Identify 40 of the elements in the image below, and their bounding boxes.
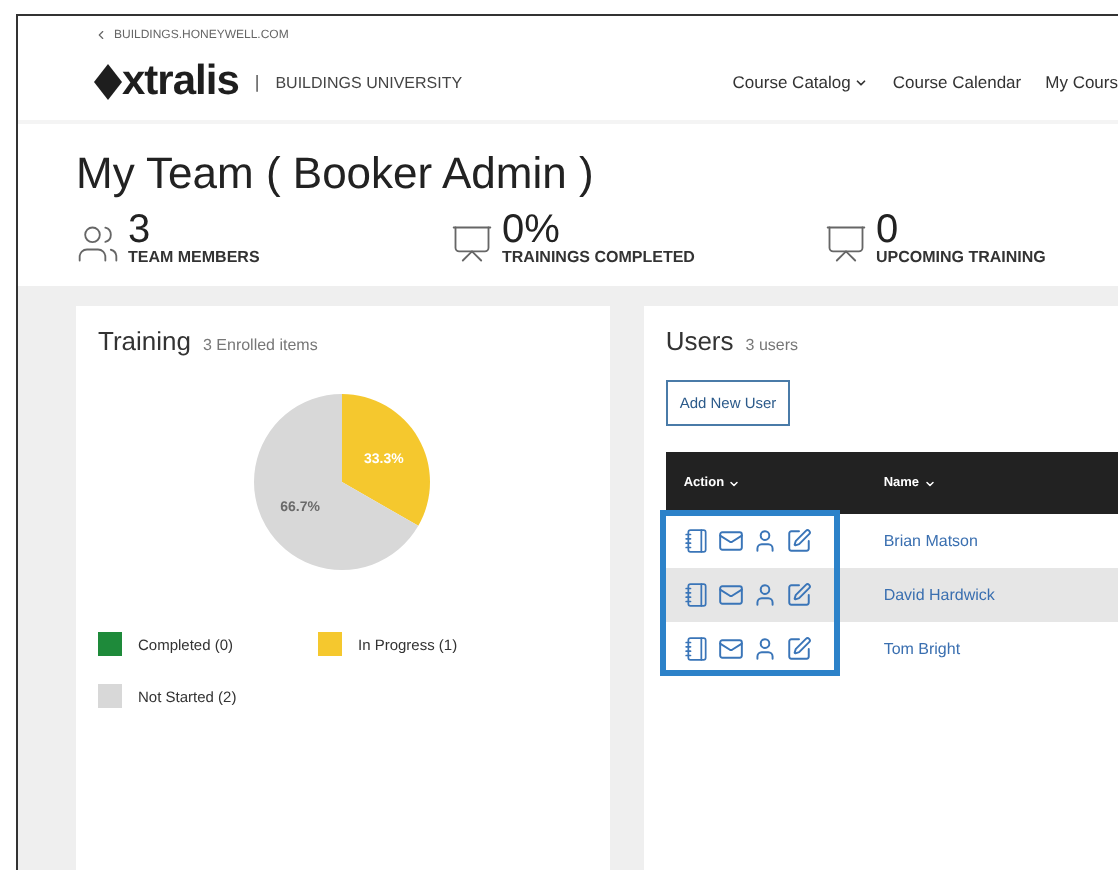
chevron-down-icon xyxy=(728,477,741,489)
mail-icon[interactable] xyxy=(717,528,744,554)
card-title: Training xyxy=(98,326,191,356)
notebook-icon[interactable] xyxy=(683,528,710,554)
user-name-link[interactable]: Brian Matson xyxy=(883,532,1118,550)
stat-value: 3 xyxy=(128,212,151,248)
nav-link[interactable]: My Cours xyxy=(1045,72,1118,92)
page-title: My Team ( Booker Admin ) xyxy=(76,148,596,200)
back-icon xyxy=(94,28,108,42)
card-title: Users xyxy=(665,326,734,356)
table-row[interactable]: David Hardwick xyxy=(665,568,1118,622)
user-name-link[interactable]: Tom Bright xyxy=(883,640,1118,658)
card-subtitle: 3 users xyxy=(745,336,798,354)
logo-text: xtralis xyxy=(122,58,239,106)
stat-label: TRAININGS COMPLETED xyxy=(502,248,695,266)
edit-icon[interactable] xyxy=(785,636,812,662)
user-icon[interactable] xyxy=(751,528,778,554)
mail-icon[interactable] xyxy=(717,636,744,662)
logo-divider: | xyxy=(254,72,260,92)
stat-value: 0 xyxy=(876,212,899,248)
edit-icon[interactable] xyxy=(785,528,812,554)
edit-icon[interactable] xyxy=(785,582,812,608)
nav-link[interactable]: Course Calendar xyxy=(892,72,1022,92)
stat-label: TEAM MEMBERS xyxy=(128,248,260,266)
stat-value: 0% xyxy=(502,212,560,248)
team-icon xyxy=(76,222,120,266)
stat-label: UPCOMING TRAINING xyxy=(876,248,1046,266)
chevron-down-icon xyxy=(923,477,936,489)
presentation-icon xyxy=(824,222,868,266)
mail-icon[interactable] xyxy=(717,582,744,608)
user-icon[interactable] xyxy=(751,582,778,608)
presentation-icon xyxy=(450,222,494,266)
user-icon[interactable] xyxy=(751,636,778,662)
notebook-icon[interactable] xyxy=(683,582,710,608)
logo-icon xyxy=(94,64,122,100)
site-subtitle: BUILDINGS UNIVERSITY xyxy=(275,73,463,91)
user-name-link[interactable]: David Hardwick xyxy=(883,586,1118,604)
card-subtitle: 3 Enrolled items xyxy=(202,336,318,354)
nav-link[interactable]: Course Catalog xyxy=(732,72,869,92)
notebook-icon[interactable] xyxy=(683,636,710,662)
